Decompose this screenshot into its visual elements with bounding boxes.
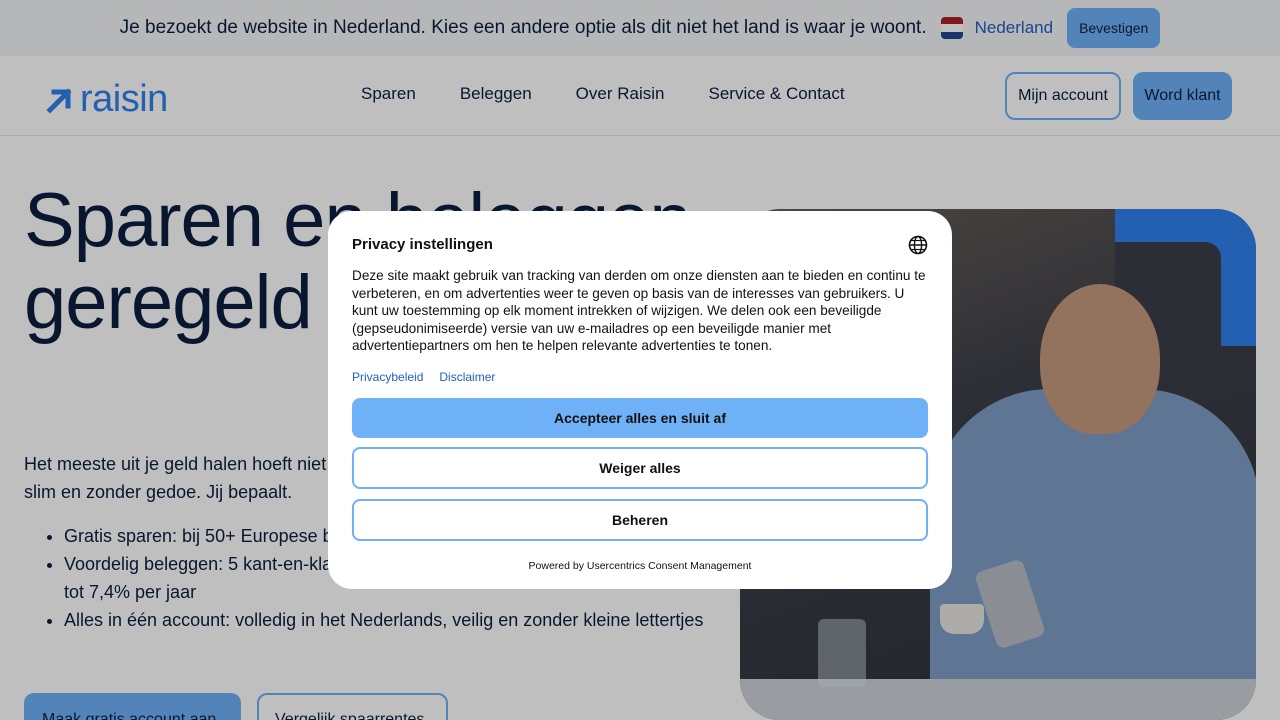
dialog-title: Privacy instellingen: [352, 236, 493, 253]
deny-all-button[interactable]: Weiger alles: [352, 447, 928, 489]
manage-settings-button[interactable]: Beheren: [352, 499, 928, 541]
privacy-settings-dialog: Privacy instellingen Deze site maakt geb…: [328, 211, 952, 589]
dialog-footer: Powered by Usercentrics Consent Manageme…: [528, 560, 752, 572]
globe-icon[interactable]: [908, 235, 928, 255]
disclaimer-link[interactable]: Disclaimer: [439, 370, 495, 384]
accept-all-button[interactable]: Accepteer alles en sluit af: [352, 398, 928, 438]
dialog-links: Privacybeleid Disclaimer: [352, 370, 495, 384]
privacy-policy-link[interactable]: Privacybeleid: [352, 370, 423, 384]
dialog-body-text: Deze site maakt gebruik van tracking van…: [352, 268, 926, 354]
